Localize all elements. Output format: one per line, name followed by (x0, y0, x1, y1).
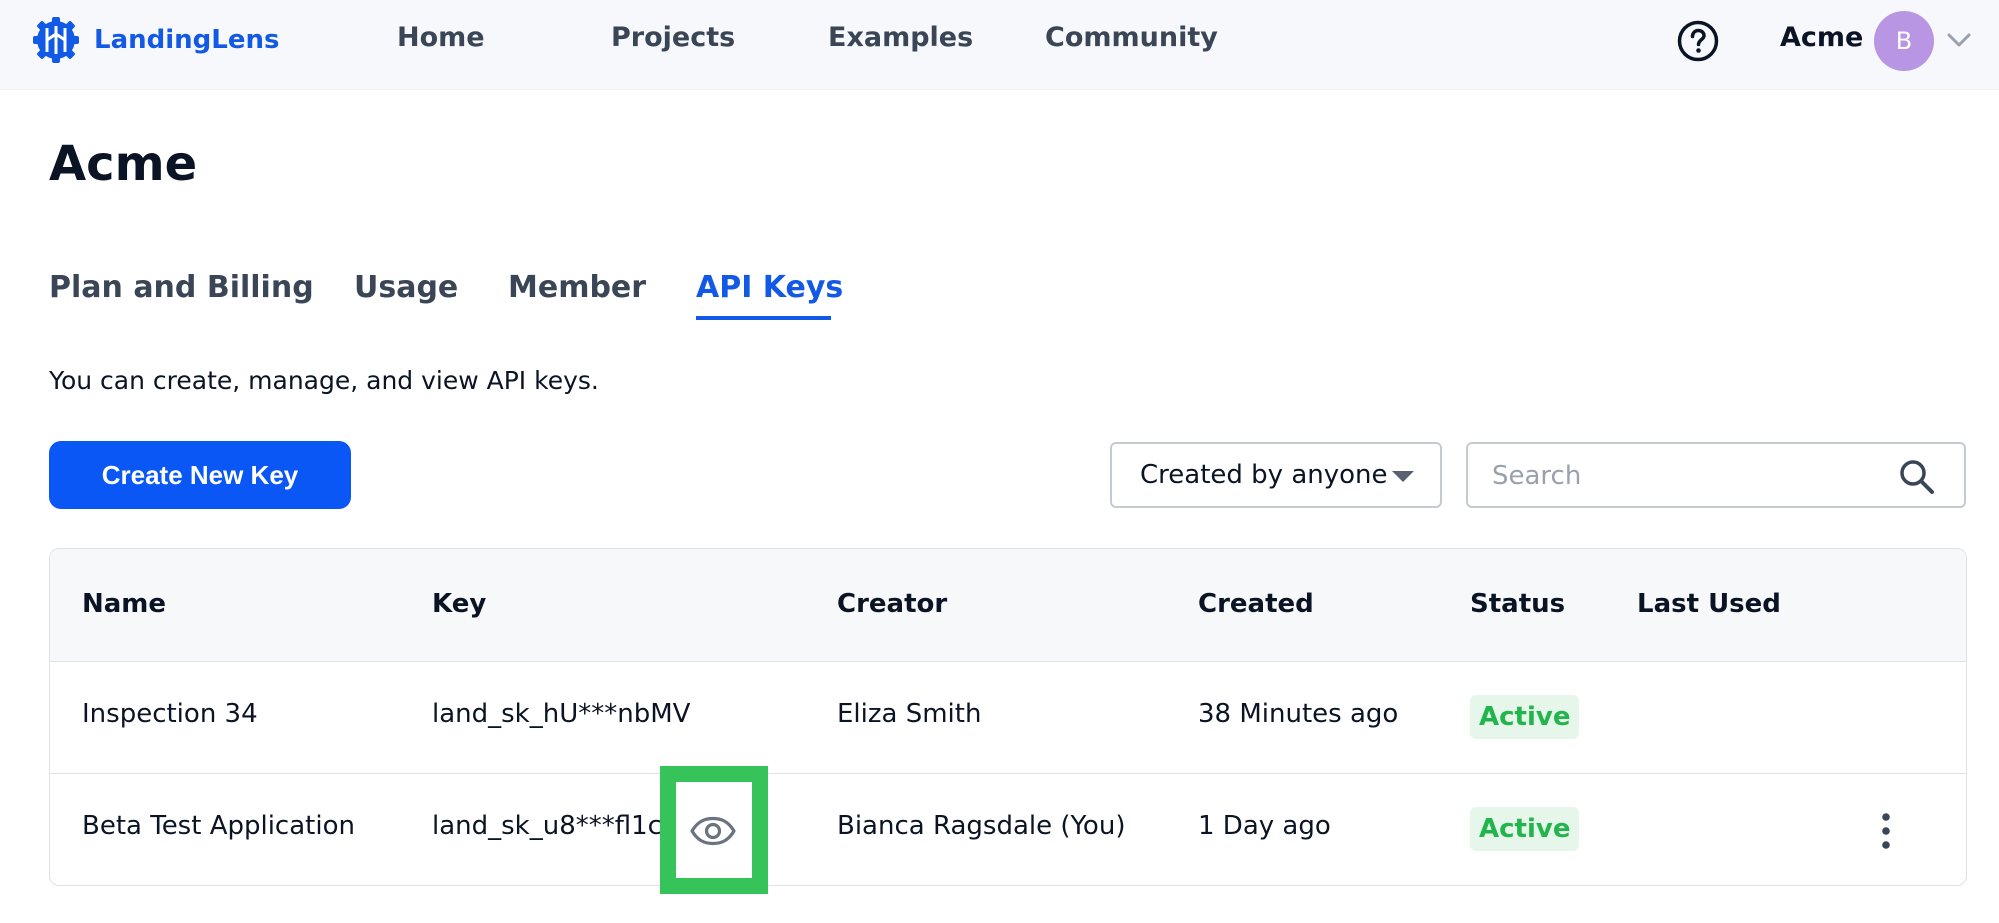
table-row[interactable]: Beta Test Application land_sk_u8***fl1c … (50, 775, 1966, 885)
create-new-key-button[interactable]: Create New Key (49, 441, 351, 509)
kebab-menu-icon[interactable] (1879, 811, 1893, 851)
creator-filter-dropdown[interactable]: Created by anyone (1110, 442, 1442, 508)
chevron-down-icon[interactable] (1944, 28, 1974, 52)
status-badge: Active (1470, 695, 1580, 739)
nav-item-projects[interactable]: Projects (611, 22, 735, 53)
reveal-key-button[interactable] (660, 766, 768, 894)
tab-api-keys[interactable]: API Keys (696, 270, 843, 305)
api-keys-table: Name Key Creator Created Status Last Use… (49, 548, 1967, 886)
avatar[interactable]: B (1874, 11, 1934, 71)
active-tab-indicator (696, 316, 831, 320)
search-box (1466, 442, 1966, 508)
eye-icon (690, 816, 736, 846)
page-title: Acme (49, 136, 198, 192)
creator-filter-value: Created by anyone (1140, 460, 1388, 490)
top-nav-bar: LandingLens Home Projects Examples Commu… (0, 0, 1999, 90)
nav-item-examples[interactable]: Examples (828, 22, 973, 53)
nav-item-home[interactable]: Home (397, 22, 485, 53)
page-description: You can create, manage, and view API key… (49, 366, 599, 395)
status-badge: Active (1470, 807, 1580, 851)
help-circle-icon[interactable] (1676, 19, 1720, 63)
key-created: 1 Day ago (1198, 811, 1331, 841)
table-row[interactable]: Inspection 34 land_sk_hU***nbMV Eliza Sm… (50, 663, 1966, 774)
key-created: 38 Minutes ago (1198, 699, 1399, 729)
caret-down-icon (1392, 471, 1414, 482)
account-name[interactable]: Acme (1780, 22, 1863, 53)
tab-member[interactable]: Member (508, 270, 646, 305)
column-header-created: Created (1198, 589, 1314, 619)
tab-usage[interactable]: Usage (354, 270, 458, 305)
key-value: land_sk_u8***fl1c (432, 811, 662, 841)
column-header-name: Name (82, 589, 167, 619)
table-header: Name Key Creator Created Status Last Use… (50, 549, 1966, 662)
column-header-creator: Creator (837, 589, 948, 619)
nav-item-community[interactable]: Community (1045, 22, 1218, 53)
key-name: Beta Test Application (82, 811, 355, 841)
app-name: LandingLens (94, 25, 280, 55)
key-creator: Eliza Smith (837, 699, 982, 729)
app-logo[interactable]: LandingLens (32, 16, 279, 64)
search-icon[interactable] (1898, 458, 1936, 496)
landinglens-logo-icon (33, 17, 79, 63)
key-value: land_sk_hU***nbMV (432, 699, 691, 729)
key-creator: Bianca Ragsdale (You) (837, 811, 1126, 841)
column-header-last-used: Last Used (1637, 589, 1781, 619)
tab-plan-and-billing[interactable]: Plan and Billing (49, 270, 314, 305)
search-input[interactable] (1492, 456, 1892, 496)
key-name: Inspection 34 (82, 699, 258, 729)
column-header-status: Status (1470, 589, 1566, 619)
column-header-key: Key (432, 589, 487, 619)
